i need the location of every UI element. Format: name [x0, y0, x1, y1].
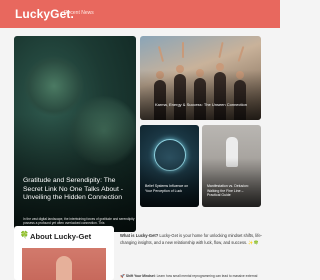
raised-arm: [237, 46, 245, 62]
image-overlay: [14, 114, 136, 232]
about-intro: What is Lucky-Get? Lucky-Get is your hom…: [120, 232, 266, 247]
featured-post-belief[interactable]: Belief Systems Influence on Your Percept…: [140, 125, 199, 207]
featured-post-main[interactable]: Gratitude and Serendipity: The Secret Li…: [14, 36, 136, 232]
shift-label: Shift Your Mindset: [125, 274, 155, 278]
raised-arm: [157, 46, 165, 62]
rocket-icon: 🚀: [120, 274, 125, 278]
featured-post-karma[interactable]: Karma, Energy & Success: The Unseen Conn…: [140, 36, 261, 120]
about-image: [22, 248, 106, 280]
about-section: 🍀 About Lucky-Get: [14, 226, 114, 280]
four-leaf-clover-icon: 🍀: [20, 232, 29, 239]
post-image-plants: [24, 56, 84, 116]
featured-post-manifestation[interactable]: Manifestation vs. Delusion: Walking the …: [202, 125, 261, 207]
sparkle-clover-emoji: ✨🍀: [248, 240, 259, 246]
image-overlay: [202, 157, 261, 207]
post-title[interactable]: Gratitude and Serendipity: The Secret Li…: [23, 177, 135, 203]
post-title[interactable]: Karma, Energy & Success: The Unseen Conn…: [145, 102, 257, 107]
post-excerpt: In the vast digital landscape, the inter…: [23, 217, 135, 226]
image-overlay: [140, 69, 261, 120]
hand-image: [56, 256, 72, 280]
site-header: LuckyGet. Recent News: [0, 0, 280, 28]
about-heading: About Lucky-Get: [30, 232, 92, 241]
post-title[interactable]: Belief Systems Influence on Your Percept…: [145, 184, 195, 193]
image-overlay: [140, 157, 199, 207]
post-title[interactable]: Manifestation vs. Delusion: Walking the …: [207, 184, 257, 198]
shift-text: : Learn how small mental reprogramming c…: [154, 274, 258, 278]
about-shift-mindset: 🚀 Shift Your Mindset: Learn how small me…: [120, 274, 270, 278]
nav-link-recent-news[interactable]: Recent News: [64, 10, 94, 16]
raised-arm: [182, 42, 184, 58]
raised-arm: [218, 41, 224, 59]
about-intro-label: What is Lucky-Get?: [120, 233, 159, 238]
